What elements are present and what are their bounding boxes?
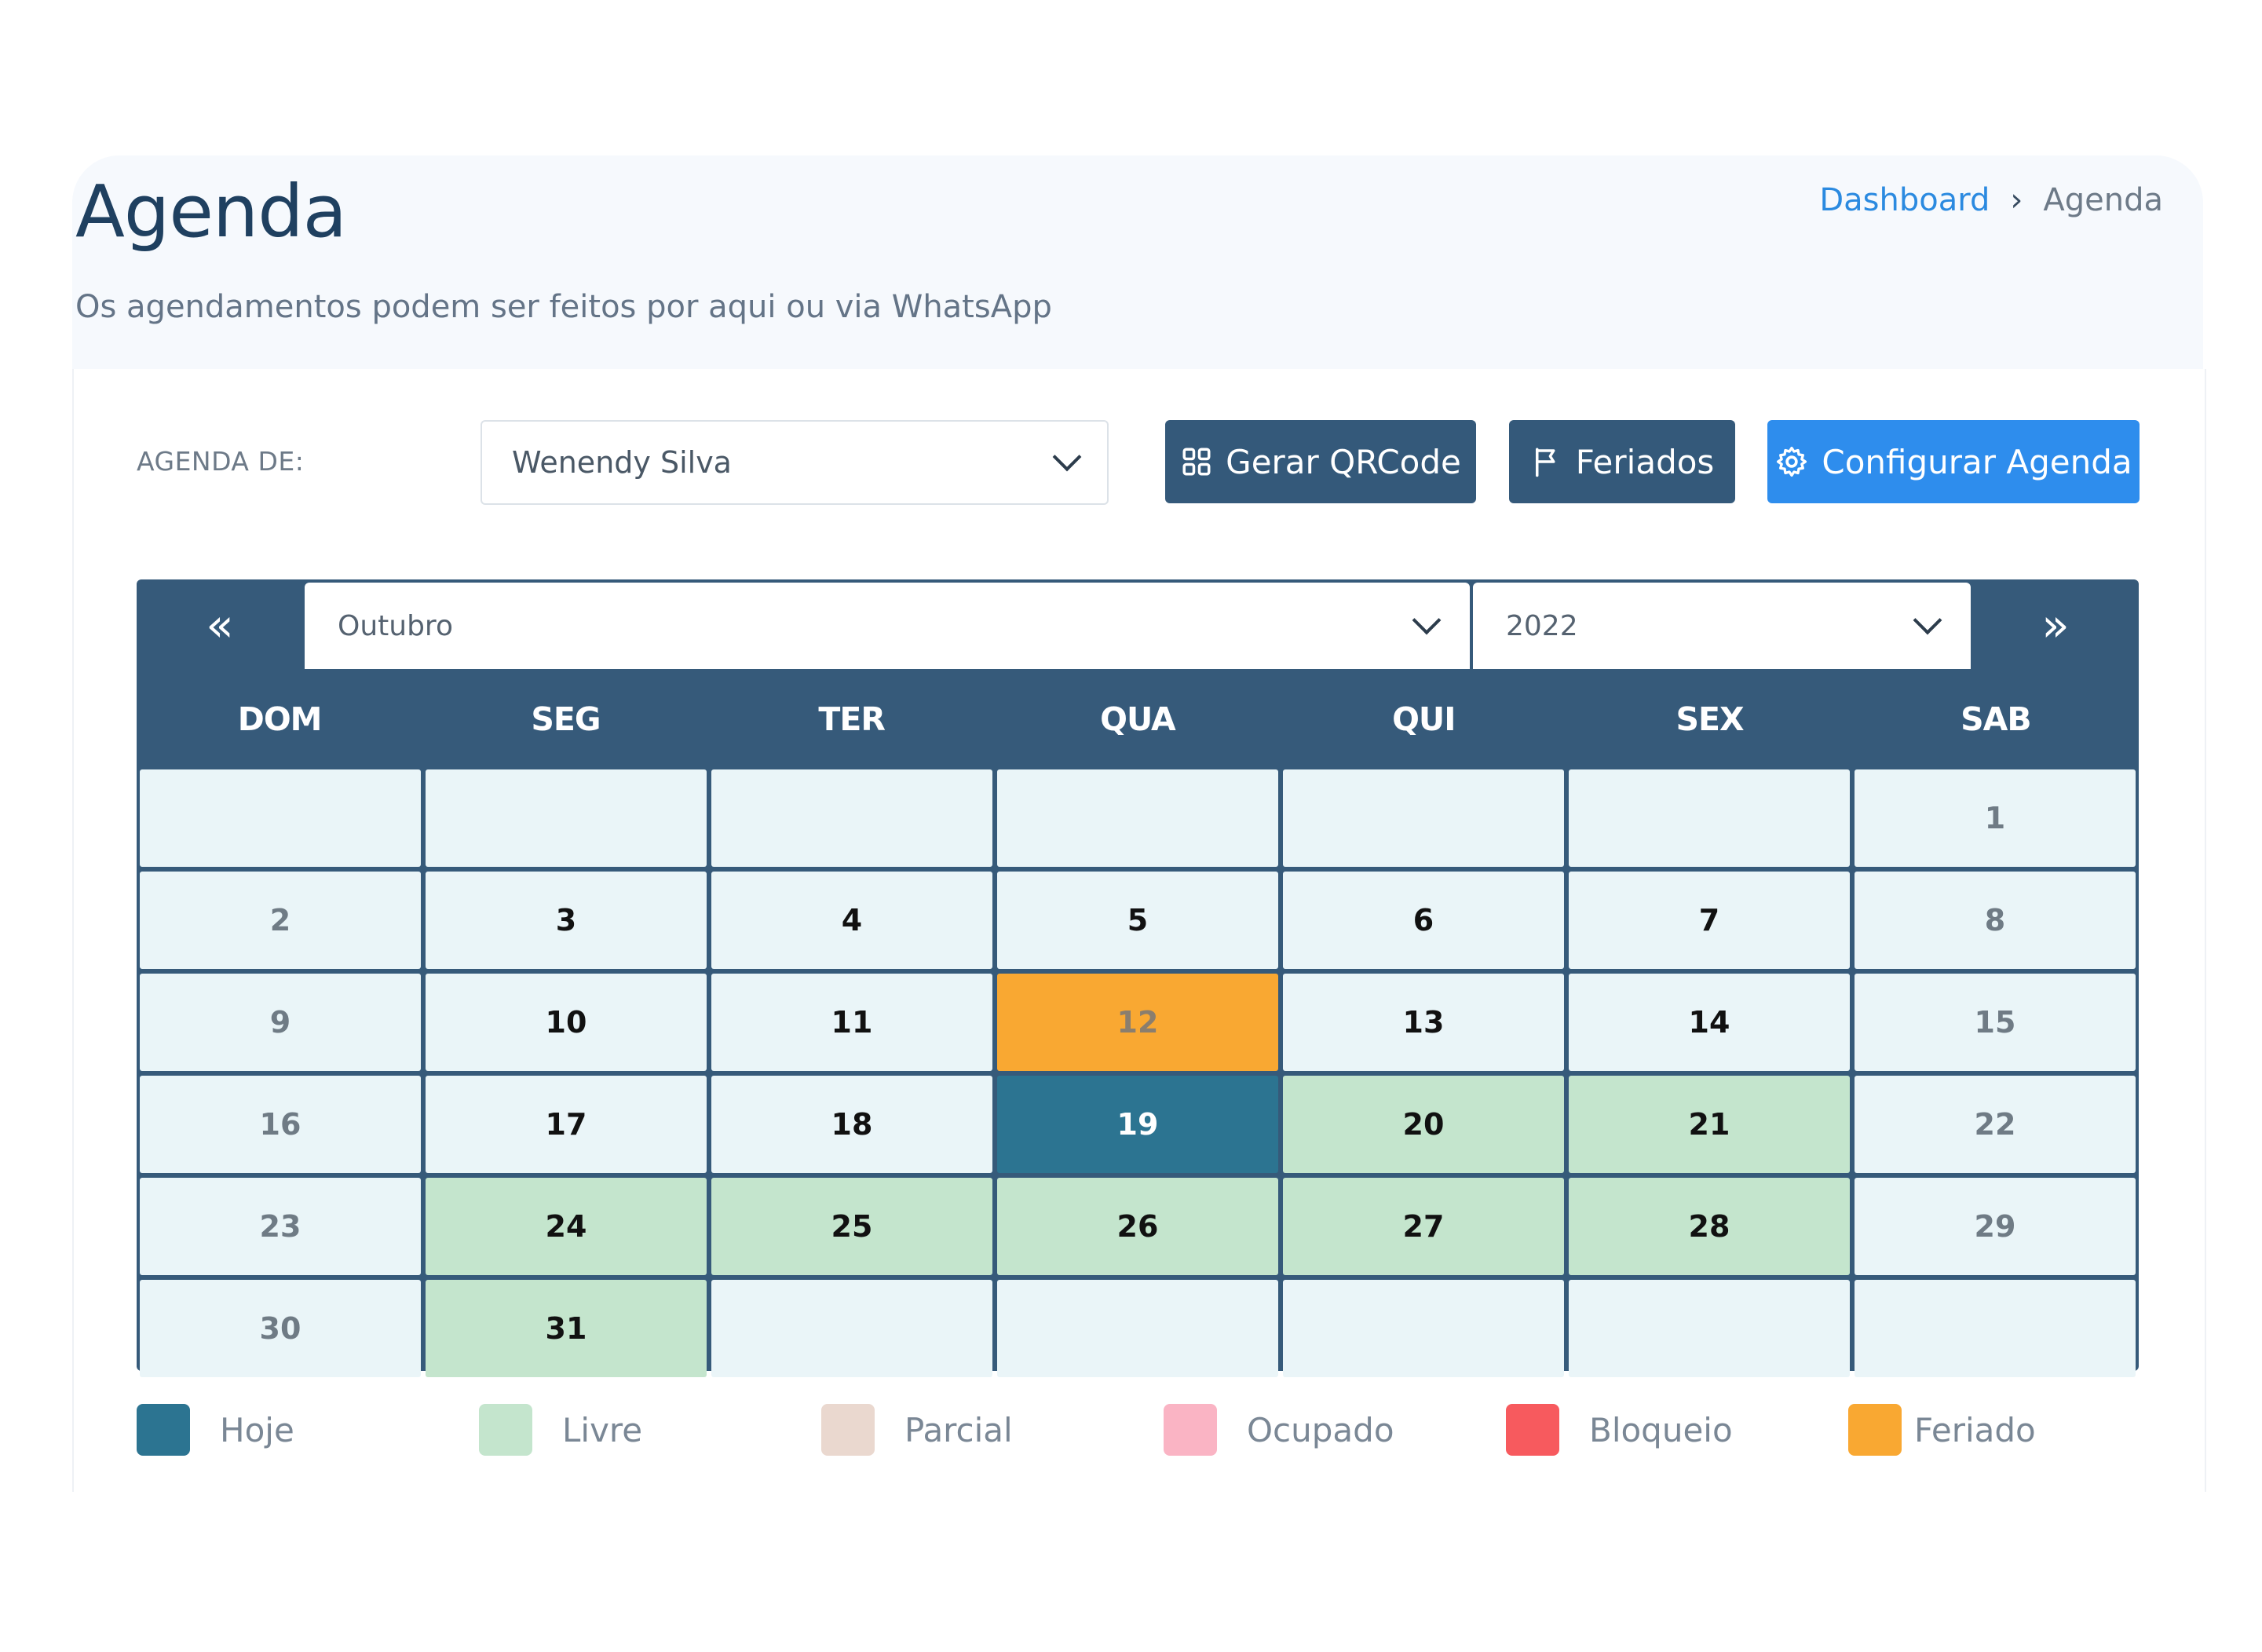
- holidays-label: Feriados: [1575, 442, 1715, 481]
- day-cell[interactable]: 3: [426, 872, 707, 969]
- day-cell[interactable]: 24: [426, 1178, 707, 1275]
- empty-day-cell: [997, 1280, 1278, 1377]
- legend-label: Livre: [562, 1410, 643, 1449]
- weekday-sab: SAB: [1961, 700, 2032, 738]
- weekday-dom: DOM: [237, 700, 323, 738]
- weekday-qui: QUI: [1392, 700, 1456, 738]
- legend-label: Hoje: [220, 1410, 294, 1449]
- holidays-button[interactable]: Feriados: [1509, 420, 1735, 503]
- next-month-button[interactable]: »: [1972, 579, 2139, 671]
- legend-swatch: [479, 1404, 532, 1456]
- status-legend: Hoje Livre Parcial Ocupado Bloqueio Feriado: [137, 1404, 2178, 1457]
- agenda-owner-value: Wenendy Silva: [512, 445, 732, 480]
- year-value: 2022: [1506, 609, 1578, 642]
- breadcrumb-dashboard-link[interactable]: Dashboard: [1819, 182, 1990, 218]
- generate-qrcode-label: Gerar QRCode: [1226, 442, 1461, 481]
- empty-day-cell: [1283, 1280, 1564, 1377]
- prev-month-button[interactable]: «: [137, 579, 303, 671]
- month-select[interactable]: Outubro: [305, 583, 1470, 669]
- year-select[interactable]: 2022: [1473, 583, 1971, 669]
- day-cell[interactable]: 16: [140, 1076, 421, 1173]
- agenda-owner-select[interactable]: Wenendy Silva: [481, 420, 1109, 505]
- generate-qrcode-button[interactable]: Gerar QRCode: [1165, 420, 1476, 503]
- day-cell[interactable]: 8: [1855, 872, 2136, 969]
- empty-day-cell: [711, 1280, 992, 1377]
- day-cell[interactable]: 11: [711, 974, 992, 1071]
- gear-icon: [1777, 446, 1807, 477]
- month-value: Outubro: [338, 609, 453, 642]
- day-cell[interactable]: 22: [1855, 1076, 2136, 1173]
- configure-agenda-button[interactable]: Configurar Agenda: [1767, 420, 2140, 503]
- legend-swatch: [137, 1404, 190, 1456]
- day-cell[interactable]: 21: [1569, 1076, 1850, 1173]
- page-title: Agenda: [75, 170, 347, 254]
- weekday-seg: SEG: [531, 700, 601, 738]
- legend-swatch: [1848, 1404, 1902, 1456]
- legend-item: Feriado: [1848, 1404, 2036, 1456]
- day-cell[interactable]: 26: [997, 1178, 1278, 1275]
- day-cell[interactable]: 7: [1569, 872, 1850, 969]
- legend-item: Livre: [479, 1404, 642, 1456]
- legend-label: Ocupado: [1247, 1410, 1394, 1449]
- day-cell[interactable]: 30: [140, 1280, 421, 1377]
- chevron-down-icon: [1913, 605, 1942, 635]
- weekday-header: DOM SEG TER QUA QUI SEX SAB: [137, 678, 2139, 760]
- qrcode-icon: [1182, 448, 1211, 476]
- day-cell[interactable]: 18: [711, 1076, 992, 1173]
- day-cell[interactable]: 6: [1283, 872, 1564, 969]
- legend-swatch: [1164, 1404, 1217, 1456]
- day-cell[interactable]: 27: [1283, 1178, 1564, 1275]
- day-cell[interactable]: 15: [1855, 974, 2136, 1071]
- empty-day-cell: [426, 769, 707, 867]
- empty-day-cell: [711, 769, 992, 867]
- day-cell[interactable]: 1: [1855, 769, 2136, 867]
- page-subtitle: Os agendamentos podem ser feitos por aqu…: [75, 289, 1052, 325]
- empty-day-cell: [1855, 1280, 2136, 1377]
- legend-label: Feriado: [1914, 1410, 2036, 1449]
- chevron-down-icon: [1412, 605, 1442, 635]
- day-cell[interactable]: 31: [426, 1280, 707, 1377]
- agenda-owner-label: AGENDA DE:: [137, 446, 305, 477]
- day-cell[interactable]: 25: [711, 1178, 992, 1275]
- day-cell[interactable]: 23: [140, 1178, 421, 1275]
- empty-day-cell: [140, 769, 421, 867]
- empty-day-cell: [1569, 1280, 1850, 1377]
- empty-day-cell: [1283, 769, 1564, 867]
- legend-swatch: [1506, 1404, 1559, 1456]
- page: Agenda Os agendamentos podem ser feitos …: [0, 0, 2262, 1652]
- legend-item: Bloqueio: [1506, 1404, 1733, 1456]
- empty-day-cell: [1569, 769, 1850, 867]
- day-cell[interactable]: 13: [1283, 974, 1564, 1071]
- day-cell[interactable]: 9: [140, 974, 421, 1071]
- legend-label: Parcial: [904, 1410, 1013, 1449]
- day-cell[interactable]: 17: [426, 1076, 707, 1173]
- weekday-sex: SEX: [1675, 700, 1744, 738]
- day-cell[interactable]: 2: [140, 872, 421, 969]
- day-cell[interactable]: 28: [1569, 1178, 1850, 1275]
- day-cell[interactable]: 10: [426, 974, 707, 1071]
- legend-item: Parcial: [821, 1404, 1013, 1456]
- flag-icon: [1535, 448, 1555, 477]
- day-cell[interactable]: 4: [711, 872, 992, 969]
- legend-swatch: [821, 1404, 875, 1456]
- legend-item: Hoje: [137, 1404, 294, 1456]
- legend-item: Ocupado: [1164, 1404, 1394, 1456]
- day-cell[interactable]: 14: [1569, 974, 1850, 1071]
- breadcrumb: Dashboard › Agenda: [1819, 182, 2163, 218]
- weekday-qua: QUA: [1100, 700, 1176, 738]
- legend-label: Bloqueio: [1589, 1410, 1733, 1449]
- calendar: « Outubro 2022 » DOM SEG TER QUA QUI SEX…: [137, 579, 2139, 1377]
- breadcrumb-current: Agenda: [2043, 182, 2163, 218]
- day-cell[interactable]: 20: [1283, 1076, 1564, 1173]
- weekday-ter: TER: [818, 700, 886, 738]
- day-grid: 1 2 3 4 5 6 7 8 9 10 11 12 13 14 15 16 17 18 19 20 21 22 23 24 2…: [140, 769, 2136, 1377]
- empty-day-cell: [997, 769, 1278, 867]
- day-cell[interactable]: 5: [997, 872, 1278, 969]
- day-cell[interactable]: 29: [1855, 1178, 2136, 1275]
- day-cell[interactable]: 12: [997, 974, 1278, 1071]
- configure-agenda-label: Configurar Agenda: [1822, 442, 2132, 481]
- chevron-down-icon: [1052, 442, 1082, 472]
- day-cell[interactable]: 19: [997, 1076, 1278, 1173]
- breadcrumb-separator-icon: ›: [2010, 182, 2023, 218]
